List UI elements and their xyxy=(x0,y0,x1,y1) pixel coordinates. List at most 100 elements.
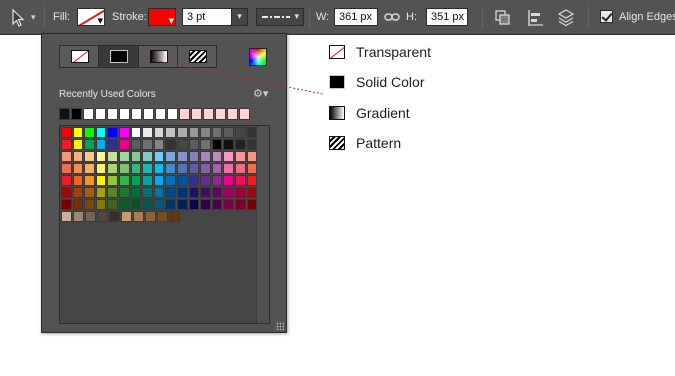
color-swatch[interactable] xyxy=(130,139,142,150)
color-swatch[interactable] xyxy=(95,151,107,162)
color-swatch[interactable] xyxy=(95,139,107,150)
color-swatch[interactable] xyxy=(130,151,142,162)
color-swatch[interactable] xyxy=(211,139,223,150)
color-swatch[interactable] xyxy=(176,187,188,198)
color-swatch[interactable] xyxy=(188,151,200,162)
color-swatch[interactable] xyxy=(142,127,153,138)
color-swatch[interactable] xyxy=(130,187,142,198)
color-swatch[interactable] xyxy=(61,151,72,162)
color-swatch[interactable] xyxy=(118,163,130,174)
color-swatch[interactable] xyxy=(234,163,246,174)
color-swatch[interactable] xyxy=(61,199,72,210)
recent-color-swatch[interactable] xyxy=(107,108,118,120)
color-swatch[interactable] xyxy=(188,139,200,150)
color-swatch[interactable] xyxy=(188,199,200,210)
color-swatch[interactable] xyxy=(84,151,95,162)
color-swatch[interactable] xyxy=(200,187,211,198)
color-swatch[interactable] xyxy=(118,127,130,138)
color-swatch[interactable] xyxy=(72,151,84,162)
recent-color-swatch[interactable] xyxy=(83,108,94,120)
color-swatch[interactable] xyxy=(84,139,95,150)
color-swatch[interactable] xyxy=(118,187,130,198)
color-swatch[interactable] xyxy=(142,199,153,210)
color-swatch[interactable] xyxy=(95,199,107,210)
color-swatch[interactable] xyxy=(84,127,95,138)
recent-color-swatch[interactable] xyxy=(203,108,214,120)
color-swatch[interactable] xyxy=(188,127,200,138)
color-swatch[interactable] xyxy=(72,139,84,150)
swatch-scrollbar[interactable] xyxy=(256,126,269,323)
stroke-width-dropdown[interactable]: ▾ xyxy=(231,8,248,26)
color-swatch[interactable] xyxy=(107,187,118,198)
color-swatch[interactable] xyxy=(211,163,223,174)
solid-color-button[interactable] xyxy=(99,46,139,67)
color-swatch[interactable] xyxy=(121,211,132,222)
color-swatch[interactable] xyxy=(61,187,72,198)
color-swatch[interactable] xyxy=(211,175,223,186)
color-swatch[interactable] xyxy=(107,127,118,138)
color-swatch[interactable] xyxy=(223,151,234,162)
path-operations-icon[interactable] xyxy=(493,8,513,28)
color-swatch[interactable] xyxy=(176,163,188,174)
color-swatch[interactable] xyxy=(176,127,188,138)
color-swatch[interactable] xyxy=(234,151,246,162)
tool-preset-caret-icon[interactable]: ▾ xyxy=(31,13,36,23)
recent-color-swatch[interactable] xyxy=(155,108,166,120)
color-swatch[interactable] xyxy=(130,175,142,186)
color-swatch[interactable] xyxy=(176,151,188,162)
path-arrangement-icon[interactable] xyxy=(556,8,576,28)
color-swatch[interactable] xyxy=(169,211,180,222)
color-swatch[interactable] xyxy=(107,163,118,174)
align-edges-checkbox[interactable] xyxy=(600,10,613,23)
color-swatch[interactable] xyxy=(142,187,153,198)
color-swatch[interactable] xyxy=(84,199,95,210)
color-swatch[interactable] xyxy=(223,127,234,138)
color-swatch[interactable] xyxy=(133,211,144,222)
color-swatch[interactable] xyxy=(84,187,95,198)
color-swatch[interactable] xyxy=(153,199,165,210)
color-swatch[interactable] xyxy=(157,211,168,222)
color-swatch[interactable] xyxy=(165,127,176,138)
path-alignment-icon[interactable] xyxy=(526,8,546,28)
color-swatch[interactable] xyxy=(142,139,153,150)
color-swatch[interactable] xyxy=(107,175,118,186)
color-swatch[interactable] xyxy=(84,175,95,186)
color-swatch[interactable] xyxy=(84,163,95,174)
color-swatch[interactable] xyxy=(234,199,246,210)
color-swatch[interactable] xyxy=(95,127,107,138)
color-swatch[interactable] xyxy=(61,139,72,150)
color-swatch[interactable] xyxy=(188,187,200,198)
color-swatch[interactable] xyxy=(234,127,246,138)
color-swatch[interactable] xyxy=(211,187,223,198)
color-swatch[interactable] xyxy=(130,163,142,174)
color-swatch[interactable] xyxy=(118,139,130,150)
color-swatch[interactable] xyxy=(107,151,118,162)
recent-color-swatch[interactable] xyxy=(59,108,70,120)
color-swatch[interactable] xyxy=(72,187,84,198)
color-swatch[interactable] xyxy=(223,199,234,210)
width-input[interactable]: 361 px xyxy=(334,8,378,26)
color-swatch[interactable] xyxy=(223,163,234,174)
color-swatch[interactable] xyxy=(165,175,176,186)
color-swatch[interactable] xyxy=(234,187,246,198)
color-swatch[interactable] xyxy=(72,175,84,186)
color-swatch[interactable] xyxy=(118,151,130,162)
color-swatch[interactable] xyxy=(200,127,211,138)
color-swatch[interactable] xyxy=(188,175,200,186)
recent-color-swatch[interactable] xyxy=(191,108,202,120)
color-swatch[interactable] xyxy=(223,139,234,150)
color-swatch[interactable] xyxy=(73,211,84,222)
color-swatch[interactable] xyxy=(153,187,165,198)
color-swatch[interactable] xyxy=(153,127,165,138)
color-swatch[interactable] xyxy=(130,127,142,138)
color-swatch[interactable] xyxy=(95,187,107,198)
color-swatch[interactable] xyxy=(118,175,130,186)
recent-color-swatch[interactable] xyxy=(143,108,154,120)
color-swatch[interactable] xyxy=(107,139,118,150)
color-swatch[interactable] xyxy=(200,175,211,186)
color-swatch[interactable] xyxy=(176,139,188,150)
color-swatch[interactable] xyxy=(200,199,211,210)
stroke-type-dropdown[interactable]: ▾ xyxy=(256,8,304,26)
stroke-width-input[interactable]: 3 pt xyxy=(182,8,232,26)
color-swatch[interactable] xyxy=(118,199,130,210)
